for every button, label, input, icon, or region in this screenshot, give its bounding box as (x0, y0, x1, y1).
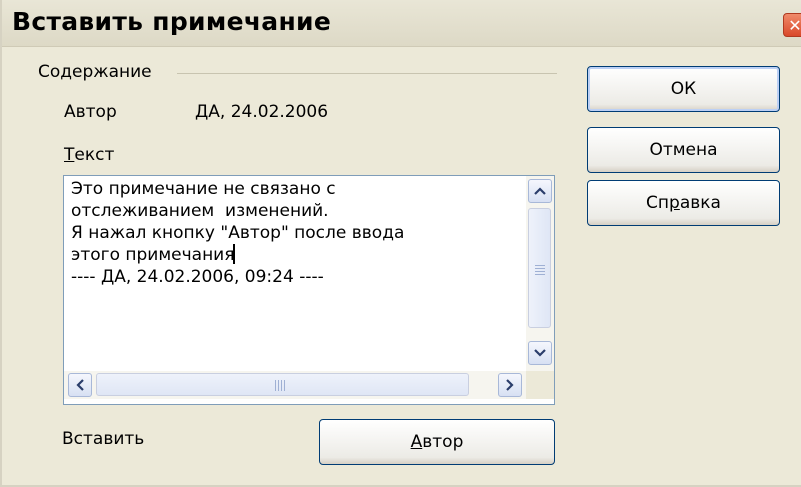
arrow-down-icon (534, 349, 546, 357)
arrow-right-icon (506, 379, 514, 391)
arrow-up-icon (534, 187, 546, 195)
comment-line: Я нажал кнопку "Автор" после ввода (71, 223, 405, 243)
close-icon: ✕ (788, 15, 801, 35)
insert-comment-dialog: Вставить примечание ✕ Содержание Автор Д… (0, 0, 801, 487)
cancel-button-label: Отмена (649, 140, 718, 160)
text-label-mnemonic: Т (64, 145, 75, 165)
help-button-label: Справка (646, 193, 721, 213)
comment-line: Это примечание не связано с (71, 179, 336, 199)
author-button-label: Автор (410, 432, 464, 452)
cancel-button[interactable]: Отмена (587, 127, 780, 173)
text-label-rest: екст (74, 145, 115, 165)
scroll-down-button[interactable] (528, 341, 552, 365)
horizontal-scroll-thumb[interactable] (96, 373, 469, 396)
contents-group-label: Содержание (38, 62, 152, 82)
scroll-up-button[interactable] (528, 179, 552, 203)
text-label: Текст (64, 145, 114, 165)
comment-line: отслеживанием изменений. (71, 201, 329, 221)
author-button[interactable]: Автор (319, 419, 555, 465)
dialog-title: Вставить примечание (12, 7, 332, 36)
comment-text[interactable]: Это примечание не связано с отслеживанием… (71, 178, 526, 288)
title-bar[interactable]: Вставить примечание ✕ (2, 0, 801, 47)
arrow-left-icon (76, 379, 84, 391)
author-value: ДА, 24.02.2006 (195, 102, 329, 122)
ok-button-label: ОК (670, 79, 697, 99)
horizontal-scrollbar[interactable] (64, 371, 526, 399)
vertical-scrollbar[interactable] (526, 176, 554, 371)
scroll-right-button[interactable] (498, 373, 522, 397)
comment-textarea[interactable]: Это примечание не связано с отслеживанием… (63, 175, 555, 405)
ok-button[interactable]: ОК (587, 66, 780, 112)
group-divider (177, 73, 557, 74)
insert-label: Вставить (62, 429, 145, 449)
help-button[interactable]: Справка (587, 180, 780, 226)
vertical-scroll-thumb[interactable] (528, 208, 551, 328)
text-caret (233, 244, 236, 264)
comment-line: ---- ДА, 24.02.2006, 09:24 ---- (71, 267, 324, 287)
scrollbar-corner (526, 371, 554, 399)
scroll-left-button[interactable] (68, 373, 92, 397)
author-label: Автор (64, 102, 117, 122)
close-button[interactable]: ✕ (783, 13, 801, 37)
comment-line-with-caret: этого примечания (71, 244, 236, 265)
